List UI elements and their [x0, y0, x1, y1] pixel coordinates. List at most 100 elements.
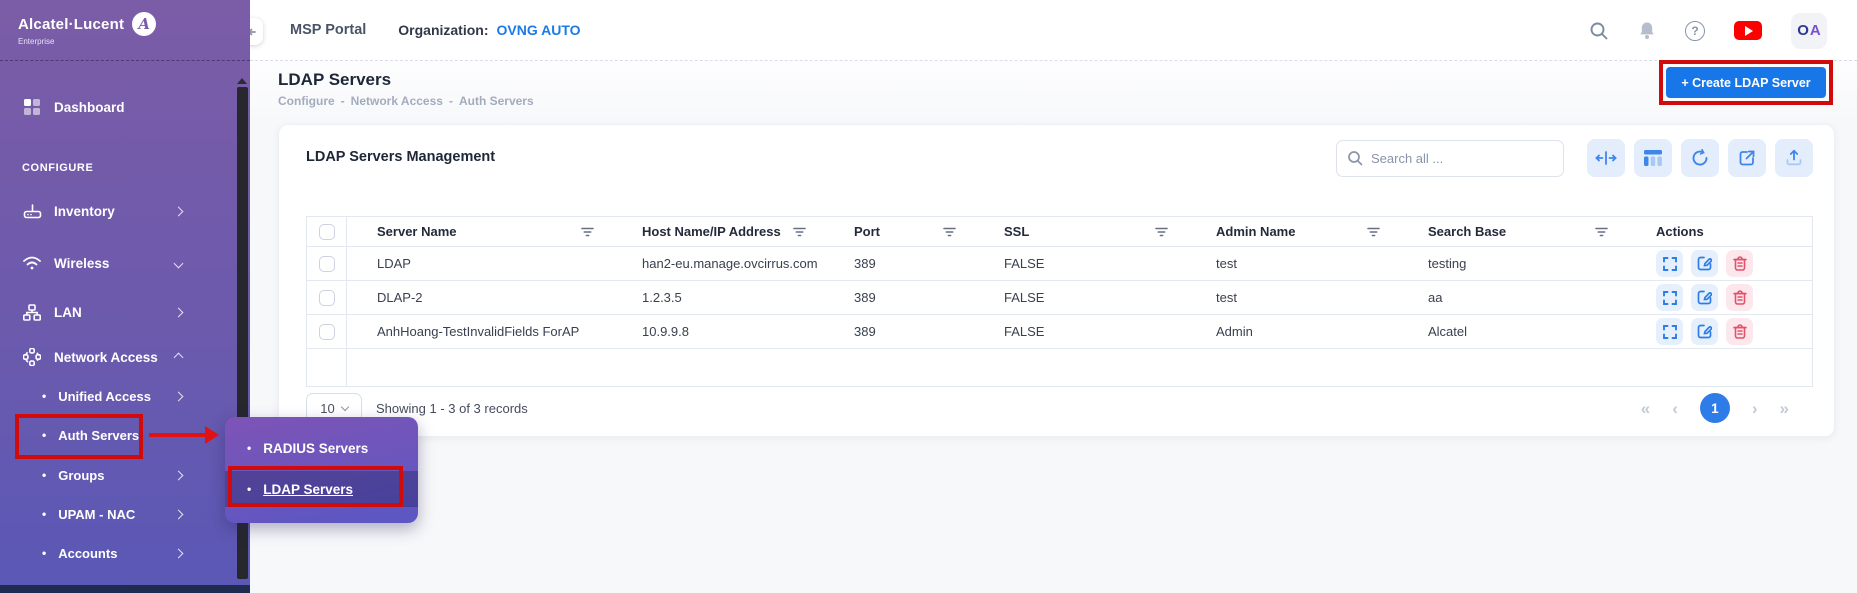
cell-ssl: FALSE — [974, 290, 1186, 305]
chevron-right-icon — [174, 548, 184, 558]
scrollbar-up-arrow-icon[interactable] — [237, 78, 247, 84]
search-input[interactable] — [1371, 151, 1551, 166]
flyout-item-ldap-servers[interactable]: LDAP Servers — [225, 471, 418, 507]
expand-icon — [1663, 325, 1677, 339]
chevron-right-icon — [174, 307, 184, 317]
select-all-checkbox[interactable] — [319, 224, 335, 240]
chevron-right-icon — [174, 391, 184, 401]
notifications-bell-icon[interactable] — [1638, 21, 1656, 40]
column-header[interactable]: Host Name/IP Address — [642, 224, 781, 239]
sidebar-item-unified-access[interactable]: Unified Access — [0, 381, 234, 411]
cell-server-name: AnhHoang-TestInvalidFields ForAP — [347, 324, 612, 339]
expand-row-button[interactable] — [1656, 318, 1683, 345]
sidebar-item-dashboard[interactable]: Dashboard — [0, 90, 234, 124]
cell-server-name: DLAP-2 — [347, 290, 612, 305]
column-header[interactable]: Server Name — [377, 224, 457, 239]
cell-host: 1.2.3.5 — [612, 290, 824, 305]
sidebar-item-accounts[interactable]: Accounts — [0, 538, 234, 568]
breadcrumb-item[interactable]: Auth Servers — [459, 94, 534, 108]
dashboard-icon — [22, 99, 42, 116]
expand-row-button[interactable] — [1656, 250, 1683, 277]
column-header[interactable]: Admin Name — [1216, 224, 1295, 239]
export-button[interactable] — [1728, 139, 1766, 177]
cell-search-base: testing — [1398, 256, 1626, 271]
sidebar-item-label: Wireless — [54, 256, 109, 271]
cell-host: han2-eu.manage.ovcirrus.com — [612, 256, 824, 271]
table-row: LDAP han2-eu.manage.ovcirrus.com 389 FAL… — [307, 247, 1812, 281]
play-icon — [1745, 26, 1753, 36]
filter-icon[interactable] — [943, 227, 956, 237]
row-checkbox[interactable] — [319, 290, 335, 306]
annotation-arrow-head-icon — [205, 426, 219, 444]
prev-page-button[interactable]: ‹ — [1672, 400, 1678, 417]
chevron-right-icon — [174, 509, 184, 519]
filter-icon[interactable] — [1367, 227, 1380, 237]
row-checkbox[interactable] — [319, 256, 335, 272]
user-avatar[interactable]: O A — [1791, 13, 1827, 49]
sidebar-item-upam-nac[interactable]: UPAM - NAC — [0, 499, 234, 529]
edit-row-button[interactable] — [1691, 318, 1718, 345]
flyout-item-radius-servers[interactable]: RADIUS Servers — [225, 433, 418, 463]
sidebar-item-network-access[interactable]: Network Access — [0, 340, 234, 374]
search-icon[interactable] — [1589, 21, 1609, 41]
upload-icon — [1785, 149, 1803, 167]
select-all-cell — [307, 217, 347, 246]
filter-icon[interactable] — [1155, 227, 1168, 237]
organization-value[interactable]: OVNG AUTO — [497, 22, 581, 38]
cell-ssl: FALSE — [974, 256, 1186, 271]
brand-logo: Alcatel·Lucent A Enterprise — [0, 0, 250, 61]
refresh-button[interactable] — [1681, 139, 1719, 177]
ldap-servers-table: Server Name Host Name/IP Address Port SS… — [306, 216, 1813, 387]
cell-port: 389 — [824, 290, 974, 305]
cell-admin: test — [1186, 290, 1398, 305]
filter-icon[interactable] — [793, 227, 806, 237]
chevron-up-icon — [174, 352, 184, 362]
column-header[interactable]: Search Base — [1428, 224, 1506, 239]
breadcrumb-item[interactable]: Network Access — [351, 94, 443, 108]
fit-columns-button[interactable] — [1587, 139, 1625, 177]
expand-row-button[interactable] — [1656, 284, 1683, 311]
sidebar-item-wireless[interactable]: Wireless — [0, 246, 234, 280]
flyout-item-label: RADIUS Servers — [263, 441, 368, 456]
filter-icon[interactable] — [1595, 227, 1608, 237]
edit-row-button[interactable] — [1691, 284, 1718, 311]
sidebar-item-inventory[interactable]: Inventory — [0, 194, 234, 228]
lan-icon — [22, 304, 42, 321]
wireless-icon — [22, 255, 42, 271]
last-page-button[interactable]: » — [1780, 400, 1789, 417]
sidebar: Alcatel·Lucent A Enterprise Dashboard CO… — [0, 0, 250, 593]
table-footer: 10 Showing 1 - 3 of 3 records « ‹ 1 › » — [306, 391, 1789, 425]
upload-button[interactable] — [1775, 139, 1813, 177]
panel-title: LDAP Servers Management — [306, 149, 495, 165]
sidebar-item-label: Accounts — [58, 546, 117, 561]
help-icon[interactable]: ? — [1685, 21, 1705, 41]
delete-row-button[interactable] — [1726, 284, 1753, 311]
next-page-button[interactable]: › — [1752, 400, 1758, 417]
breadcrumb-item[interactable]: Configure — [278, 94, 335, 108]
sidebar-item-groups[interactable]: Groups — [0, 460, 234, 490]
avatar-letter: A — [1810, 22, 1821, 39]
chevron-right-icon — [174, 470, 184, 480]
edit-row-button[interactable] — [1691, 250, 1718, 277]
sidebar-item-lan[interactable]: LAN — [0, 295, 234, 329]
fit-columns-icon — [1595, 151, 1617, 165]
youtube-icon[interactable] — [1734, 21, 1762, 40]
column-header[interactable]: Port — [854, 224, 880, 239]
sidebar-item-label: Inventory — [54, 204, 115, 219]
filter-icon[interactable] — [581, 227, 594, 237]
search-icon — [1347, 150, 1363, 166]
delete-icon — [1733, 290, 1747, 305]
delete-row-button[interactable] — [1726, 318, 1753, 345]
first-page-button[interactable]: « — [1641, 400, 1650, 417]
columns-button[interactable] — [1634, 139, 1672, 177]
column-header[interactable]: SSL — [1004, 224, 1029, 239]
cell-server-name: LDAP — [347, 256, 612, 271]
annotation-arrow — [149, 433, 207, 437]
create-ldap-server-button[interactable]: + Create LDAP Server — [1666, 67, 1826, 98]
sidebar-item-label: LAN — [54, 305, 82, 320]
delete-row-button[interactable] — [1726, 250, 1753, 277]
expand-icon — [1663, 257, 1677, 271]
current-page-button[interactable]: 1 — [1700, 393, 1730, 423]
row-checkbox[interactable] — [319, 324, 335, 340]
sidebar-item-label: Groups — [58, 468, 104, 483]
